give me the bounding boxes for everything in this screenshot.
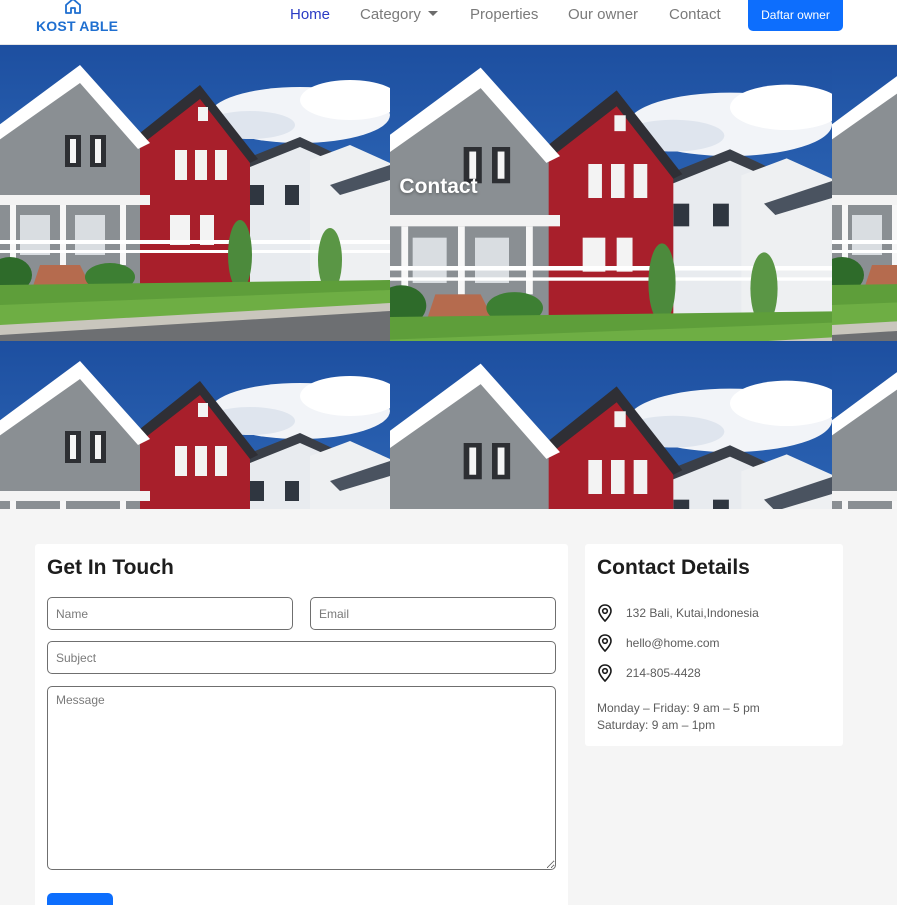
hero-photo-tile [832, 341, 897, 509]
nav-properties[interactable]: Properties [470, 6, 538, 23]
nav-category[interactable]: Category [360, 6, 438, 23]
hero-banner: Contact [0, 45, 897, 509]
phone-row: 214-805-4428 [597, 664, 837, 682]
name-field[interactable] [47, 597, 293, 630]
location-pin-icon [598, 604, 612, 622]
message-field[interactable] [47, 686, 556, 870]
hours-weekday: Monday – Friday: 9 am – 5 pm [597, 701, 760, 715]
nav-category-label: Category [360, 6, 421, 23]
nav-home[interactable]: Home [290, 6, 330, 23]
chevron-down-icon [427, 11, 438, 16]
form-title: Get In Touch [47, 556, 174, 579]
daftar-owner-button[interactable]: Daftar owner [748, 0, 843, 31]
submit-button[interactable] [47, 893, 113, 905]
location-pin-icon [598, 664, 612, 682]
navbar: KOST ABLE Home Category Properties Our o… [0, 0, 897, 45]
phone-text: 214-805-4428 [626, 666, 701, 680]
brand-name: KOST ABLE [36, 18, 119, 34]
address-text: 132 Bali, Kutai,Indonesia [626, 606, 759, 620]
hero-photo-tile [0, 341, 390, 509]
contact-form-card: Get In Touch [35, 544, 568, 905]
house-icon [65, 0, 81, 14]
contact-details-card: Contact Details 132 Bali, Kutai,Indonesi… [585, 544, 843, 746]
email-text: hello@home.com [626, 636, 720, 650]
hours-saturday: Saturday: 9 am – 1pm [597, 718, 716, 732]
details-title: Contact Details [597, 556, 750, 579]
location-pin-icon [598, 634, 612, 652]
hero-photo-tile [390, 341, 832, 509]
nav-our-owner[interactable]: Our owner [568, 6, 638, 23]
brand-logo[interactable]: KOST ABLE [36, 0, 119, 36]
email-row: hello@home.com [597, 634, 837, 652]
subject-field[interactable] [47, 641, 556, 674]
address-row: 132 Bali, Kutai,Indonesia [597, 604, 837, 622]
email-field[interactable] [310, 597, 556, 630]
page-title: Contact [399, 175, 478, 198]
nav-contact[interactable]: Contact [669, 6, 721, 23]
